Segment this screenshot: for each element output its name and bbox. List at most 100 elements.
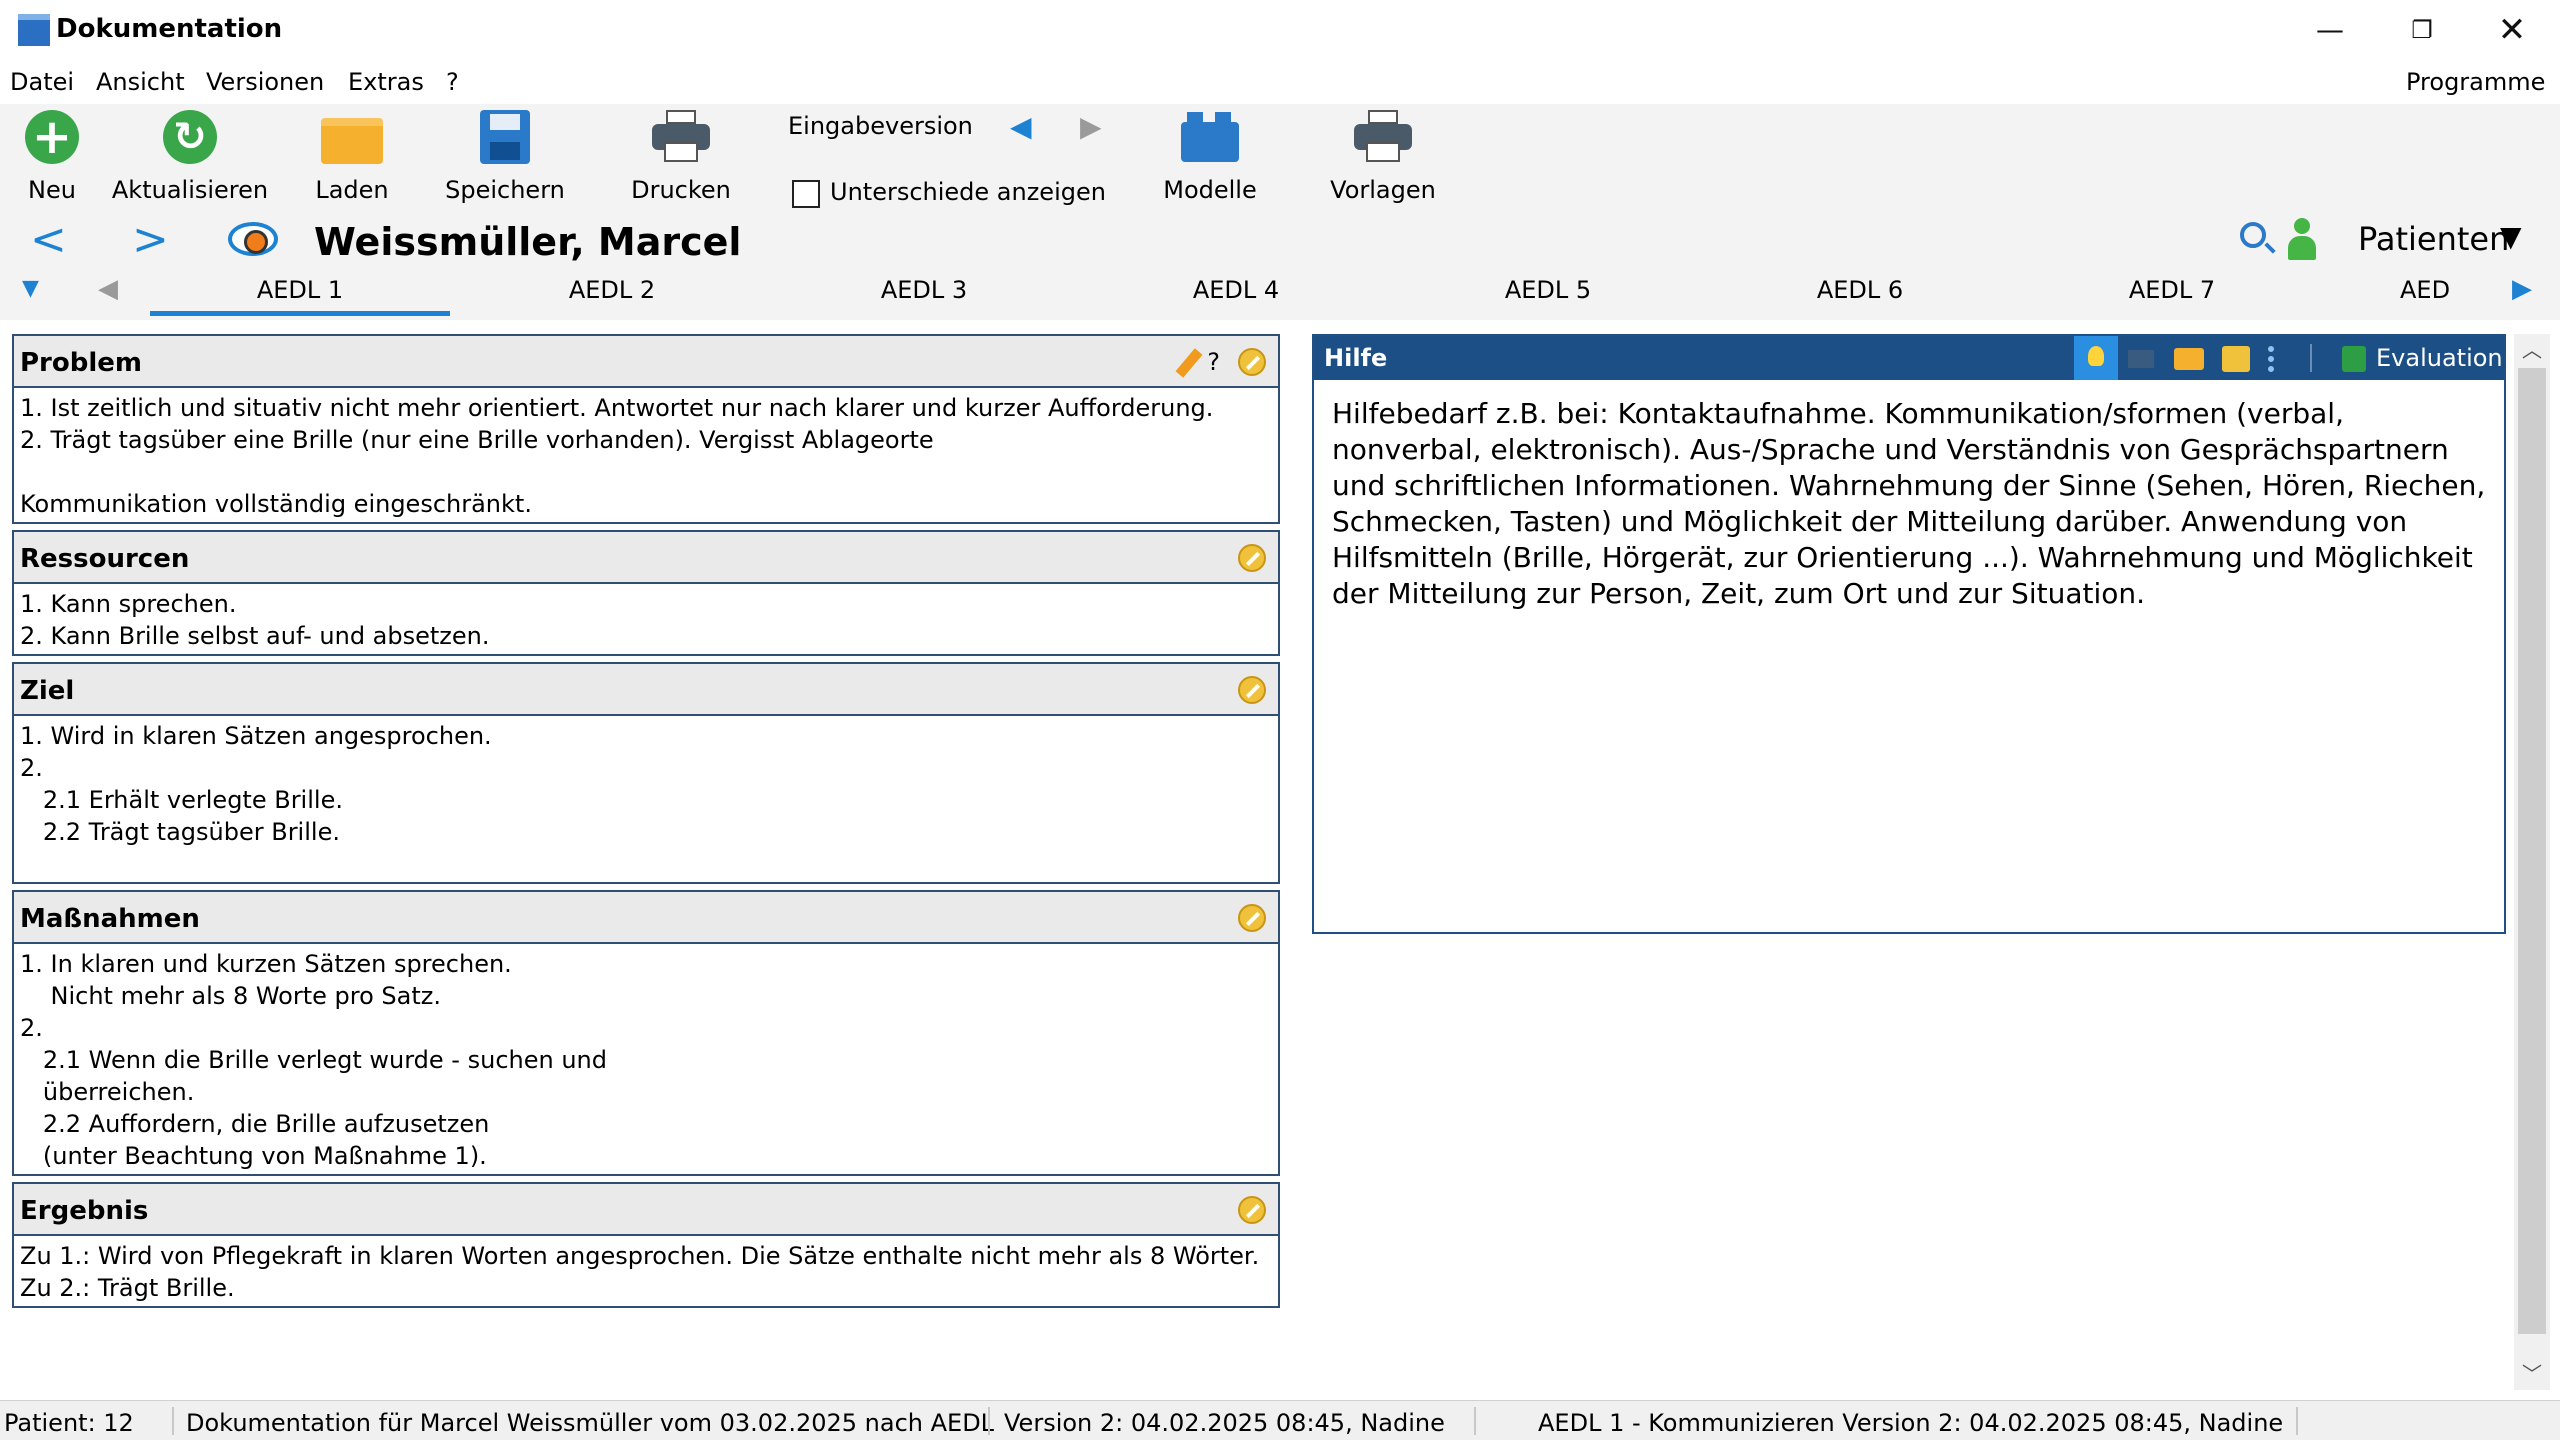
window-title: Dokumentation [56, 14, 283, 44]
edit-icon[interactable] [1238, 544, 1266, 572]
menu-help[interactable]: ? [446, 68, 459, 96]
back-arrow-icon[interactable]: < [30, 214, 67, 266]
divider [2310, 344, 2312, 372]
menu-programme[interactable]: Programme [2406, 68, 2545, 96]
menu-bar: Datei Ansicht Versionen Extras ? Program… [0, 62, 2560, 104]
scroll-thumb[interactable] [2518, 368, 2546, 1334]
speichern-button[interactable]: Speichern [440, 104, 570, 210]
vorlagen-button[interactable]: Vorlagen [1318, 104, 1448, 210]
section-ressourcen: Ressourcen 1. Kann sprechen. 2. Kann Bri… [12, 530, 1280, 656]
menu-extras[interactable]: Extras [348, 68, 424, 96]
edit-icon[interactable] [1238, 348, 1266, 376]
patient-name: Weissmüller, Marcel [314, 220, 742, 264]
search-icon[interactable] [2240, 222, 2266, 248]
laden-button[interactable]: Laden [302, 104, 402, 210]
printer-icon [1354, 110, 1412, 162]
section-header: Ergebnis [14, 1184, 1278, 1236]
hilfe-panel: Hilfe Evaluation Hilfebedarf z.B. bei: K… [1312, 334, 2506, 934]
section-title: Problem [20, 348, 142, 378]
plus-circle-icon: + [25, 110, 79, 164]
ergebnis-text[interactable]: Zu 1.: Wird von Pflegekraft in klaren Wo… [14, 1236, 1278, 1308]
close-button[interactable]: ✕ [2482, 8, 2542, 52]
edit-icon[interactable] [1238, 1196, 1266, 1224]
app-icon [18, 14, 50, 46]
modelle-label: Modelle [1163, 176, 1257, 204]
eingabeversion-label: Eingabeversion [788, 112, 973, 140]
section-header: Ziel [14, 664, 1278, 716]
save-icon [480, 110, 530, 164]
pencil-icon[interactable] [1175, 348, 1203, 378]
tab-aedl-6[interactable]: AEDL 6 [1710, 270, 2010, 316]
status-aedl: AEDL 1 - Kommunizieren Version 2: 04.02.… [1538, 1409, 2284, 1437]
massnahmen-text[interactable]: 1. In klaren und kurzen Sätzen sprechen.… [14, 944, 1278, 1176]
edit-icon[interactable] [1238, 676, 1266, 704]
tab-scroll-right-icon[interactable]: ▶ [2512, 274, 2532, 304]
box-icon[interactable] [2222, 346, 2250, 372]
neu-button[interactable]: + Neu [12, 104, 92, 210]
version-prev-arrow-icon[interactable]: ◀ [1010, 110, 1032, 143]
tab-aedl-2[interactable]: AEDL 2 [462, 270, 762, 316]
calendar-icon[interactable] [2342, 346, 2366, 372]
aktualisieren-label: Aktualisieren [111, 176, 269, 204]
section-header: Problem ? [14, 336, 1278, 388]
section-ziel: Ziel 1. Wird in klaren Sätzen angesproch… [12, 662, 1280, 884]
person-icon[interactable] [2288, 218, 2316, 260]
lightbulb-icon[interactable] [2074, 336, 2118, 380]
unterschiede-checkbox[interactable] [792, 180, 820, 208]
tab-aedl-3[interactable]: AEDL 3 [774, 270, 1074, 316]
restore-button[interactable]: ❐ [2392, 8, 2452, 52]
caret-down-icon[interactable]: ▼ [2500, 220, 2522, 253]
vertical-scrollbar[interactable]: ︿ ﹀ [2514, 334, 2550, 1390]
tab-bar: ▼ ◀ AEDL 1 AEDL 2 AEDL 3 AEDL 4 AEDL 5 A… [0, 270, 2560, 320]
folder-icon[interactable] [2174, 348, 2204, 370]
section-problem: Problem ? 1. Ist zeitlich und situativ n… [12, 334, 1280, 524]
menu-versionen[interactable]: Versionen [206, 68, 324, 96]
unterschiede-label[interactable]: Unterschiede anzeigen [830, 178, 1106, 206]
help-question-icon[interactable]: ? [1207, 348, 1220, 376]
ressourcen-text[interactable]: 1. Kann sprechen. 2. Kann Brille selbst … [14, 584, 1278, 656]
eye-icon[interactable] [228, 222, 278, 256]
status-version: Version 2: 04.02.2025 08:45, Nadine [1004, 1409, 1445, 1437]
status-separator [172, 1407, 174, 1435]
tab-aedl-7[interactable]: AEDL 7 [2022, 270, 2322, 316]
neu-label: Neu [28, 176, 76, 204]
section-title: Ergebnis [20, 1196, 149, 1226]
status-bar: Patient: 12 Dokumentation für Marcel Wei… [0, 1400, 2560, 1440]
tab-scroll-left-icon[interactable]: ◀ [98, 274, 118, 304]
laden-label: Laden [315, 176, 389, 204]
tab-aedl-5[interactable]: AEDL 5 [1398, 270, 1698, 316]
drucken-button[interactable]: Drucken [616, 104, 746, 210]
aktualisieren-button[interactable]: ↻ Aktualisieren [110, 104, 270, 210]
patienten-dropdown[interactable]: Patienten [2358, 220, 2509, 258]
menu-datei[interactable]: Datei [10, 68, 74, 96]
status-separator [1474, 1407, 1476, 1435]
hilfe-text: Hilfebedarf z.B. bei: Kontaktaufnahme. K… [1332, 397, 2486, 610]
scroll-up-icon[interactable]: ︿ [2514, 334, 2550, 364]
section-header: Maßnahmen [14, 892, 1278, 944]
tab-aedl-4[interactable]: AEDL 4 [1086, 270, 1386, 316]
evaluation-button[interactable]: Evaluation [2376, 344, 2503, 372]
minimize-button[interactable]: — [2300, 8, 2360, 52]
speichern-label: Speichern [445, 176, 565, 204]
scroll-down-icon[interactable]: ﹀ [2514, 1358, 2550, 1388]
section-title: Maßnahmen [20, 904, 200, 934]
list-icon[interactable] [2268, 346, 2296, 372]
tab-aedl-1[interactable]: AEDL 1 [150, 270, 450, 316]
edit-icon[interactable] [1238, 904, 1266, 932]
menu-ansicht[interactable]: Ansicht [96, 68, 185, 96]
status-separator [2296, 1407, 2298, 1435]
section-header: Ressourcen [14, 532, 1278, 584]
status-documentation: Dokumentation für Marcel Weissmüller vom… [186, 1409, 995, 1437]
monitor-icon[interactable] [2128, 350, 2154, 368]
forward-arrow-icon[interactable]: > [132, 214, 169, 266]
version-next-arrow-icon[interactable]: ▶ [1080, 110, 1102, 143]
patient-bar: < > Weissmüller, Marcel Patienten ▼ [0, 214, 2560, 270]
ziel-text[interactable]: 1. Wird in klaren Sätzen angesprochen. 2… [14, 716, 1278, 852]
tab-list-dropdown-icon[interactable]: ▼ [22, 276, 39, 301]
problem-text[interactable]: 1. Ist zeitlich und situativ nicht mehr … [14, 388, 1278, 524]
section-title: Ziel [20, 676, 75, 706]
modelle-button[interactable]: Modelle [1150, 104, 1270, 210]
hilfe-header: Hilfe Evaluation [1314, 336, 2504, 380]
printer-icon [652, 110, 710, 162]
tab-aedl-8[interactable]: AED [2400, 270, 2500, 316]
